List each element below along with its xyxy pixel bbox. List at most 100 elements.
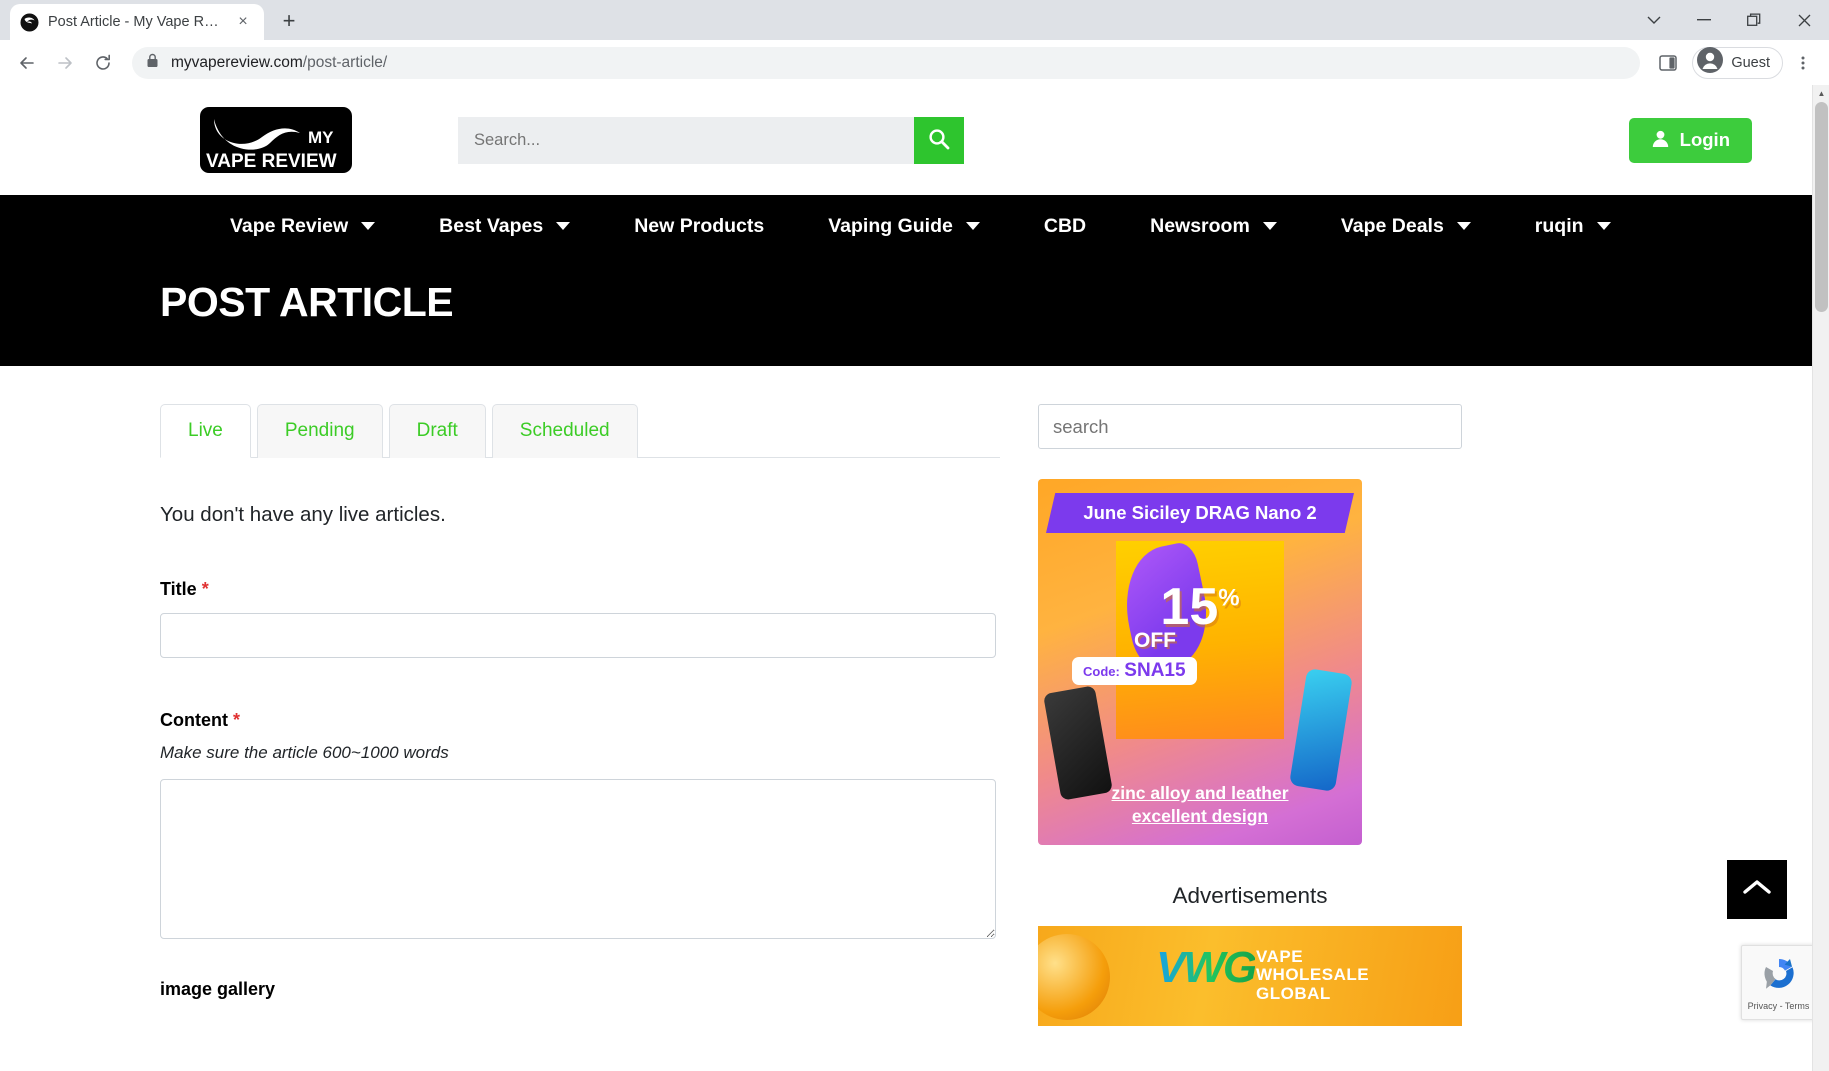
profile-name: Guest: [1731, 54, 1770, 71]
title-field-label: Title *: [160, 579, 1000, 600]
vwg-line1: VAPE: [1256, 947, 1304, 966]
vwg-line3: GLOBAL: [1256, 983, 1331, 1003]
chevron-down-icon: [965, 222, 980, 230]
ad-code-label: Code:: [1083, 664, 1120, 679]
site-logo[interactable]: MY VAPE REVIEW: [200, 107, 352, 173]
ad-promo-code: Code: SNA15: [1072, 657, 1197, 685]
content-label-text: Content: [160, 710, 228, 730]
browser-tab-title: Post Article - My Vape Review: [48, 14, 223, 30]
sidebar: June Siciley DRAG Nano 2 15% OFF Code: S…: [1000, 404, 1500, 1026]
content-hint: Make sure the article 600~1000 words: [160, 743, 449, 762]
nav-item-vape-deals[interactable]: Vape Deals: [1341, 215, 1471, 238]
login-button[interactable]: Login: [1628, 117, 1752, 163]
site-header: MY VAPE REVIEW L: [0, 85, 1812, 195]
search-input[interactable]: [458, 116, 914, 164]
title-label-text: Title: [160, 579, 197, 599]
required-asterisk: *: [233, 710, 241, 730]
chevron-up-icon: [1742, 878, 1772, 901]
tab-draft[interactable]: Draft: [388, 404, 486, 458]
article-status-tabs: Live Pending Draft Scheduled: [160, 404, 1000, 458]
title-input[interactable]: [160, 613, 996, 658]
nav-label: Newsroom: [1150, 214, 1250, 237]
svg-text:MY: MY: [308, 128, 334, 147]
nav-label: New Products: [634, 214, 765, 237]
nav-item-vape-review[interactable]: Vape Review: [230, 214, 376, 238]
recaptcha-badge[interactable]: Privacy - Terms: [1741, 945, 1816, 1020]
close-window-button[interactable]: [1779, 0, 1829, 40]
ad-blob-decoration: [1038, 934, 1110, 1020]
new-tab-button[interactable]: +: [272, 4, 306, 38]
nav-label: CBD: [1043, 214, 1087, 237]
scrollbar-up-arrow[interactable]: ▲: [1813, 85, 1829, 102]
profile-button[interactable]: Guest: [1692, 46, 1783, 79]
nav-item-vaping-guide[interactable]: Vaping Guide: [828, 215, 980, 238]
address-bar-url: myvapereview.com/post-article/: [171, 54, 387, 72]
chevron-down-icon: [556, 222, 571, 230]
maximize-window-button[interactable]: [1729, 0, 1779, 40]
search-icon: [928, 128, 950, 153]
nav-item-cbd[interactable]: CBD: [1044, 215, 1086, 238]
nav-label: Vape Review: [230, 214, 349, 237]
scrollbar-thumb[interactable]: [1815, 102, 1828, 312]
url-path: /post-article/: [302, 53, 388, 71]
ad-ribbon-text: June Siciley DRAG Nano 2: [1083, 502, 1317, 523]
tab-close-icon[interactable]: ×: [232, 11, 254, 33]
content-textarea[interactable]: [160, 779, 996, 939]
empty-state-message: You don't have any live articles.: [160, 503, 446, 526]
advertisements-heading: Advertisements: [1172, 883, 1328, 908]
page-viewport: MY VAPE REVIEW L: [0, 85, 1829, 1071]
header-search: [458, 116, 964, 164]
ad-discount-percent: 15%: [1038, 581, 1362, 633]
nav-band: Vape Review Best Vapes New Products Vapi…: [0, 195, 1812, 366]
tab-search-chevron-icon[interactable]: [1629, 0, 1679, 40]
ad-tagline-line2: excellent design: [1131, 805, 1269, 826]
recaptcha-privacy-terms[interactable]: Privacy - Terms: [1748, 1001, 1810, 1011]
browser-chrome: Post Article - My Vape Review × + myvape…: [0, 0, 1829, 85]
page-scrollbar[interactable]: ▲: [1812, 85, 1829, 1071]
svg-text:VAPE REVIEW: VAPE REVIEW: [206, 151, 337, 172]
scroll-to-top-button[interactable]: [1727, 860, 1787, 919]
page-content: MY VAPE REVIEW L: [0, 85, 1812, 1026]
search-button[interactable]: [914, 116, 964, 164]
tab-pending[interactable]: Pending: [256, 404, 383, 458]
url-domain: myvapereview.com: [171, 53, 303, 71]
ad-tagline-line1: zinc alloy and leather: [1111, 783, 1289, 804]
ad-secondary[interactable]: VWG VAPE WHOLESALE GLOBAL: [1038, 926, 1462, 1026]
forward-arrow-icon: [48, 46, 82, 80]
content-wrapper: Live Pending Draft Scheduled You don't h…: [0, 366, 1812, 1026]
nav-label: Best Vapes: [439, 214, 544, 237]
ad-primary[interactable]: June Siciley DRAG Nano 2 15% OFF Code: S…: [1038, 479, 1362, 845]
avatar: [1697, 47, 1724, 78]
window-controls: [1629, 0, 1829, 40]
site-favicon-icon: [20, 13, 39, 32]
nav-item-newsroom[interactable]: Newsroom: [1150, 215, 1277, 238]
login-button-label: Login: [1679, 129, 1730, 150]
chevron-down-icon: [1596, 222, 1611, 230]
vwg-logo-text: VWG: [1156, 943, 1257, 992]
back-arrow-icon[interactable]: [10, 46, 44, 80]
side-panel-icon[interactable]: [1652, 47, 1684, 79]
chevron-down-icon: [361, 222, 376, 230]
ad-tagline: zinc alloy and leather excellent design: [1038, 782, 1362, 827]
browser-tab[interactable]: Post Article - My Vape Review ×: [10, 4, 264, 40]
browser-menu-icon[interactable]: [1787, 47, 1819, 79]
reload-icon[interactable]: [86, 46, 120, 80]
nav-item-best-vapes[interactable]: Best Vapes: [439, 214, 571, 238]
minimize-window-button[interactable]: [1679, 0, 1729, 40]
nav-item-new-products[interactable]: New Products: [634, 215, 764, 238]
nav-item-user-menu[interactable]: ruqin: [1535, 215, 1611, 238]
ad-off-label: OFF: [1134, 629, 1176, 652]
browser-titlebar: Post Article - My Vape Review × +: [0, 0, 1829, 40]
chevron-down-icon: [1262, 222, 1277, 230]
sidebar-search-input[interactable]: [1038, 404, 1462, 449]
browser-toolbar: myvapereview.com/post-article/ Guest: [0, 40, 1829, 85]
address-bar[interactable]: myvapereview.com/post-article/: [132, 46, 1641, 79]
page-title: POST ARTICLE: [160, 279, 454, 325]
ad-percent-symbol: %: [1218, 584, 1240, 612]
main-column: Live Pending Draft Scheduled You don't h…: [0, 404, 1000, 1026]
lock-icon: [146, 53, 159, 73]
vwg-tagline: VAPE WHOLESALE GLOBAL: [1256, 947, 1369, 1003]
tab-live[interactable]: Live: [160, 404, 251, 458]
tab-scheduled[interactable]: Scheduled: [491, 404, 638, 458]
ad-code-value: SNA15: [1124, 660, 1186, 681]
